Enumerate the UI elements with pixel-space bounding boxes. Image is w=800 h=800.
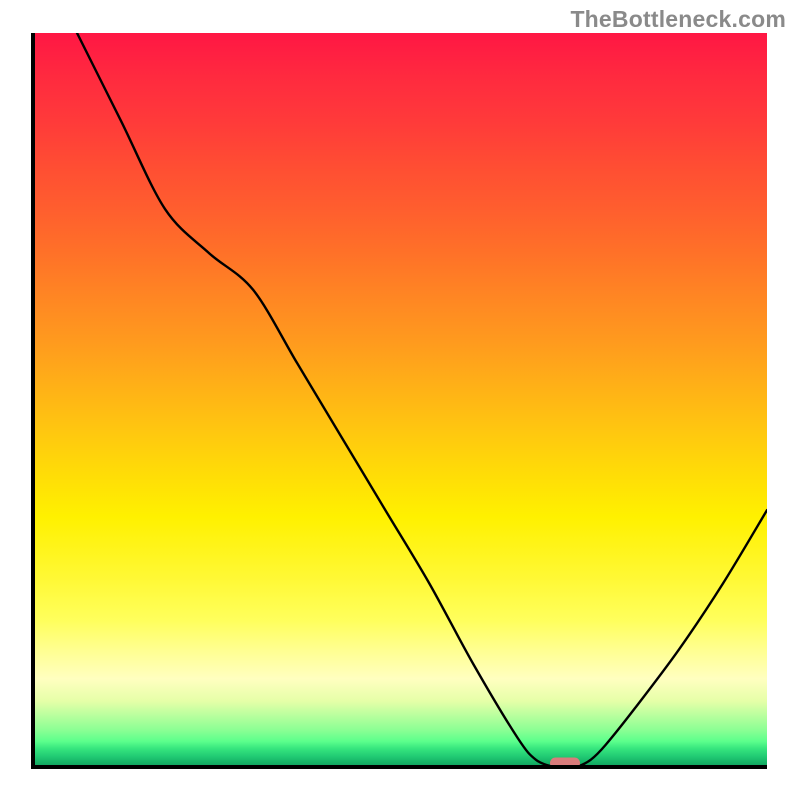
watermark: TheBottleneck.com xyxy=(570,6,786,33)
chart-plot-area xyxy=(33,33,767,767)
optimal-marker xyxy=(550,758,580,769)
line-series xyxy=(33,33,767,767)
